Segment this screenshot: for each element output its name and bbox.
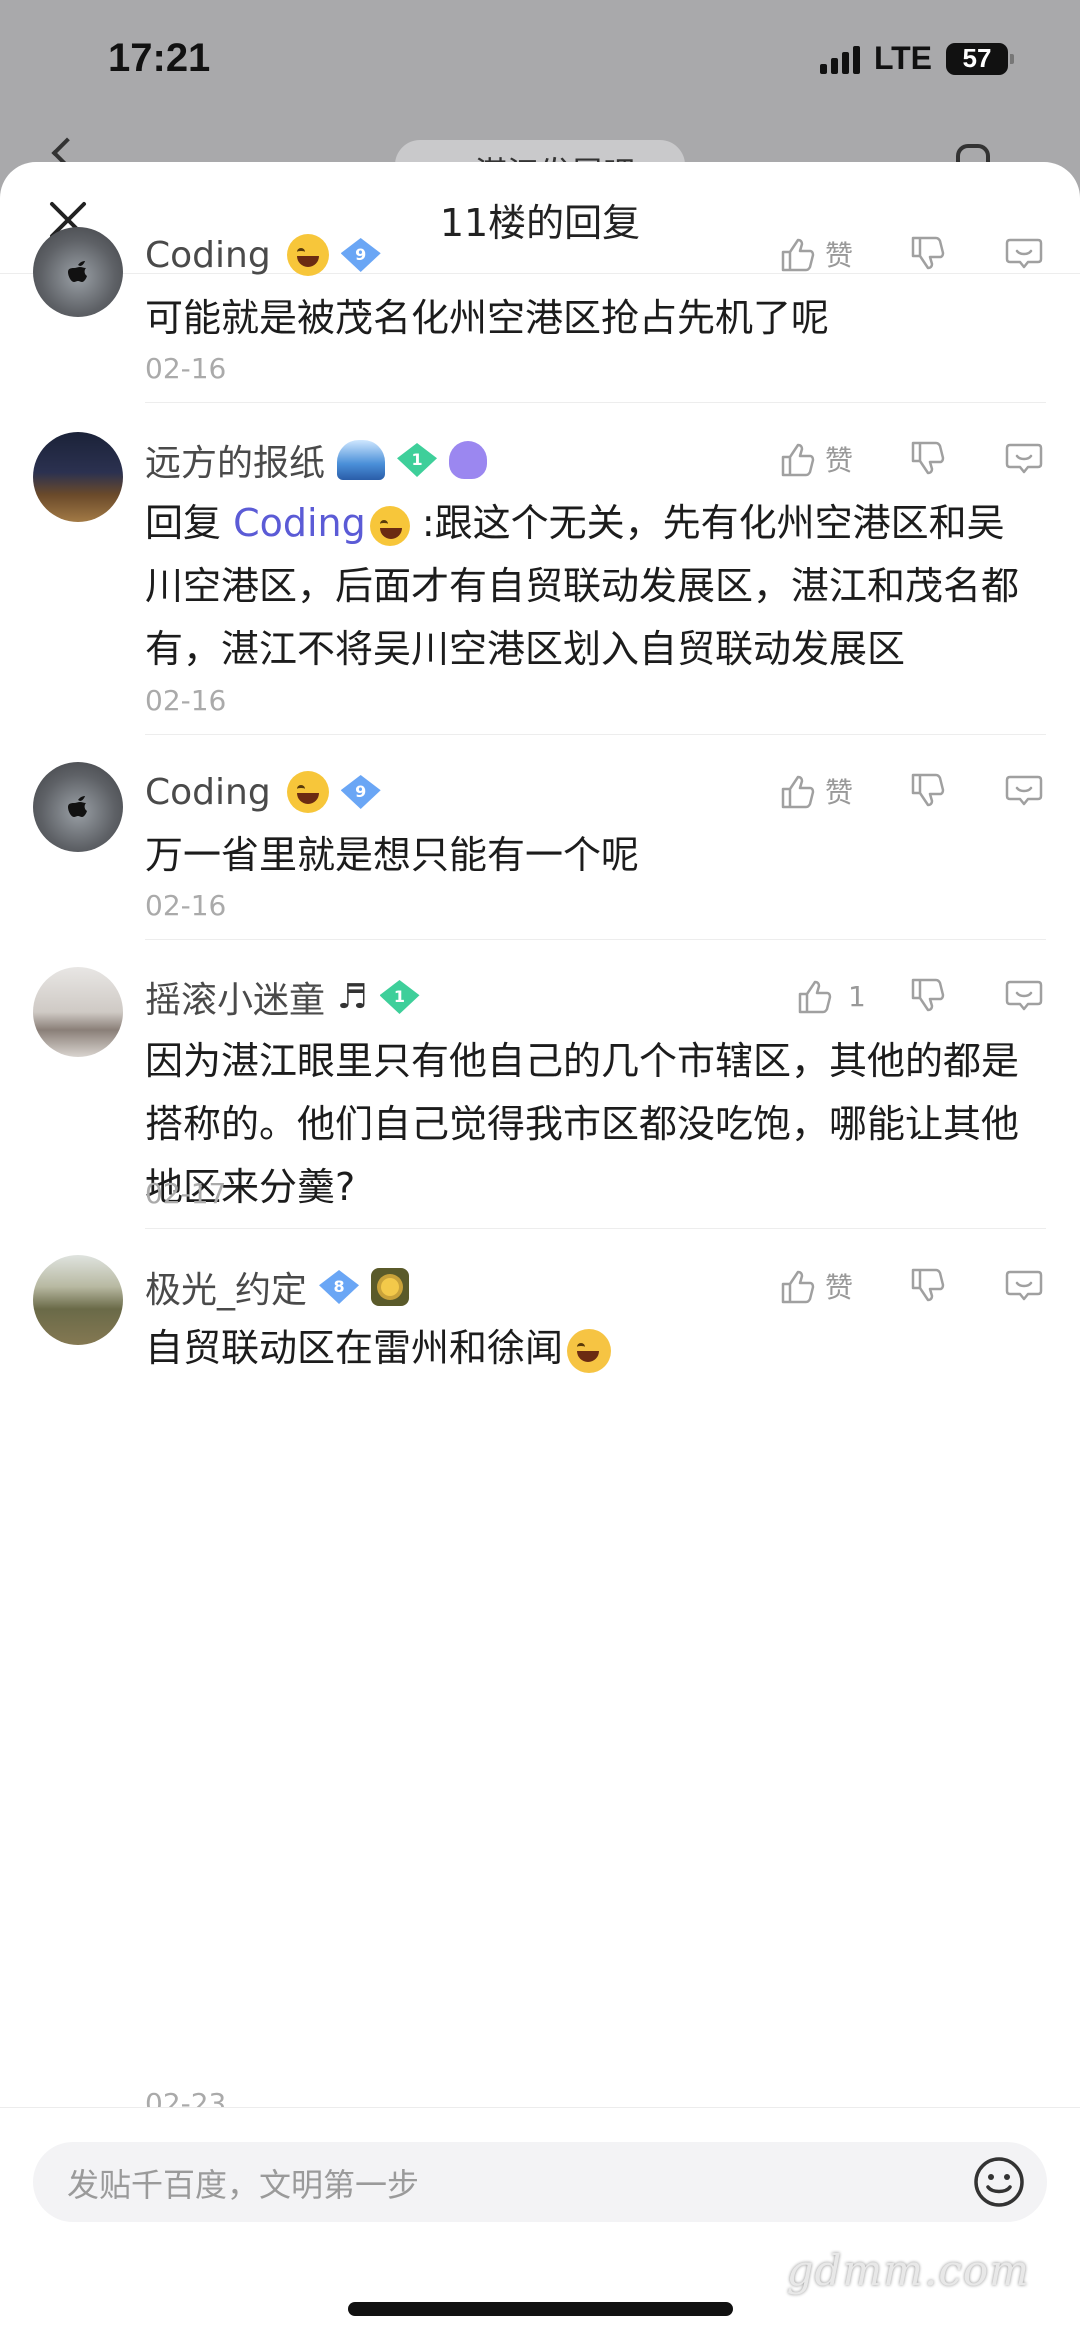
level-badge-icon: 9 xyxy=(341,775,381,809)
watermark: gdmm.com xyxy=(786,2246,1030,2295)
reply-button[interactable] xyxy=(1002,974,1046,1018)
avatar[interactable] xyxy=(33,1255,123,1345)
thumbs-up-icon xyxy=(781,1270,815,1304)
username[interactable]: 摇滚小迷童 xyxy=(145,971,325,1023)
home-indicator[interactable] xyxy=(348,2302,733,2316)
comment-date: 02-16 xyxy=(145,352,227,385)
level-badge-icon: 9 xyxy=(341,238,381,272)
comment-bubble-icon xyxy=(1005,775,1043,806)
level-badge-icon: 1 xyxy=(380,980,420,1014)
avatar[interactable] xyxy=(33,227,123,317)
smiling-emoji-icon xyxy=(567,1328,612,1373)
comment-date: 02-17 xyxy=(145,1177,227,1210)
mention-link[interactable]: Coding xyxy=(233,501,366,545)
reply-button[interactable] xyxy=(1002,1264,1046,1308)
emoji-picker-icon[interactable] xyxy=(971,2154,1027,2210)
user-name-row: 摇滚小迷童 ♬ 1 xyxy=(145,972,420,1022)
thumbs-up-icon xyxy=(781,775,815,809)
avatar[interactable] xyxy=(33,432,123,522)
thumbs-down-icon xyxy=(911,978,945,1012)
thumbs-up-icon xyxy=(781,443,815,477)
comment-text: 因为湛江眼里只有他自己的几个市辖区，其他的都是搭称的。他们自己觉得我市区都没吃饱… xyxy=(145,1039,1020,1209)
username[interactable]: 极光_约定 xyxy=(145,1261,307,1313)
user-name-row: Coding 9 xyxy=(145,230,381,280)
like-count: 赞 xyxy=(825,776,854,809)
divider xyxy=(145,734,1046,735)
like-count: 赞 xyxy=(825,444,854,477)
input-placeholder: 发贴千百度，文明第一步 xyxy=(67,2166,420,2204)
network-label: LTE xyxy=(873,40,932,76)
dislike-button[interactable] xyxy=(905,232,949,276)
divider xyxy=(145,1228,1046,1229)
comment-text: 万一省里就是想只能有一个呢 xyxy=(145,833,640,877)
username[interactable]: 远方的报纸 xyxy=(145,434,325,486)
dislike-button[interactable] xyxy=(905,974,949,1018)
music-note-icon: ♬ xyxy=(337,977,368,1017)
comment-input[interactable]: 发贴千百度，文明第一步 xyxy=(33,2142,1047,2222)
status-indicators: LTE 57 xyxy=(819,40,1014,77)
laughing-emoji-icon xyxy=(369,505,410,546)
status-time: 17:21 xyxy=(108,36,211,80)
like-count: 赞 xyxy=(825,239,854,272)
thumbs-down-icon xyxy=(911,1268,945,1302)
laughing-emoji-icon xyxy=(286,771,329,813)
like-button[interactable]: 赞 xyxy=(775,1264,853,1308)
comment-bubble-icon xyxy=(1005,1270,1043,1301)
username[interactable]: Coding xyxy=(145,772,271,813)
battery-icon: 57 xyxy=(946,42,1014,75)
like-count: 1 xyxy=(848,979,866,1013)
like-count: 赞 xyxy=(825,1271,854,1304)
thumbs-up-icon xyxy=(798,980,832,1014)
thumbs-up-icon xyxy=(781,238,815,272)
status-bar: 17:21 LTE 57 xyxy=(0,0,1080,120)
like-button[interactable]: 赞 xyxy=(775,437,853,481)
thumbs-down-icon xyxy=(911,441,945,475)
divider xyxy=(145,939,1046,940)
comment-bubble-icon xyxy=(1005,443,1043,474)
like-button[interactable]: 赞 xyxy=(775,769,853,813)
wave-emoji-icon xyxy=(337,440,386,480)
comment-date: 02-16 xyxy=(145,684,227,717)
dislike-button[interactable] xyxy=(905,437,949,481)
like-button[interactable]: 1 xyxy=(792,974,866,1018)
comment-body: 自贸联动区在雷州和徐闻 xyxy=(145,1326,564,1370)
reply-button[interactable] xyxy=(1002,437,1046,481)
avatar[interactable] xyxy=(33,967,123,1057)
comment-text: 可能就是被茂名化州空港区抢占先机了呢 xyxy=(145,296,830,340)
thumbs-down-icon xyxy=(911,773,945,807)
laughing-emoji-icon xyxy=(286,234,329,276)
level-badge-icon: 1 xyxy=(397,443,437,477)
dislike-button[interactable] xyxy=(905,1264,949,1308)
avatar[interactable] xyxy=(33,762,123,852)
medal-icon xyxy=(449,441,488,479)
reply-prefix: 回复 xyxy=(145,501,234,545)
user-name-row: 远方的报纸 1 xyxy=(145,434,488,486)
divider xyxy=(145,402,1046,403)
comment-text: 自贸联动区在雷州和徐闻 xyxy=(145,1317,1025,1380)
comment-date: 02-16 xyxy=(145,889,227,922)
comment-bubble-icon xyxy=(1005,238,1043,269)
reply-button[interactable] xyxy=(1002,769,1046,813)
comment-bubble-icon xyxy=(1005,980,1043,1011)
reply-button[interactable] xyxy=(1002,232,1046,276)
user-name-row: Coding 9 xyxy=(145,767,381,817)
comment-text: 回复 Coding :跟这个无关，先有化州空港区和吴川空港区，后面才有自贸联动发… xyxy=(145,492,1025,681)
sun-medal-icon xyxy=(371,1268,410,1306)
username[interactable]: Coding xyxy=(145,235,271,276)
thumbs-down-icon xyxy=(911,236,945,270)
signal-icon xyxy=(819,44,860,74)
level-badge-icon: 8 xyxy=(319,1270,359,1304)
user-name-row: 极光_约定 8 xyxy=(145,1261,410,1313)
dislike-button[interactable] xyxy=(905,769,949,813)
reply-sheet: 11楼的回复 Coding 9 赞 可能就是被茂名化州空港区抢占先机了呢 02-… xyxy=(0,162,1080,2337)
like-button[interactable]: 赞 xyxy=(775,232,853,276)
